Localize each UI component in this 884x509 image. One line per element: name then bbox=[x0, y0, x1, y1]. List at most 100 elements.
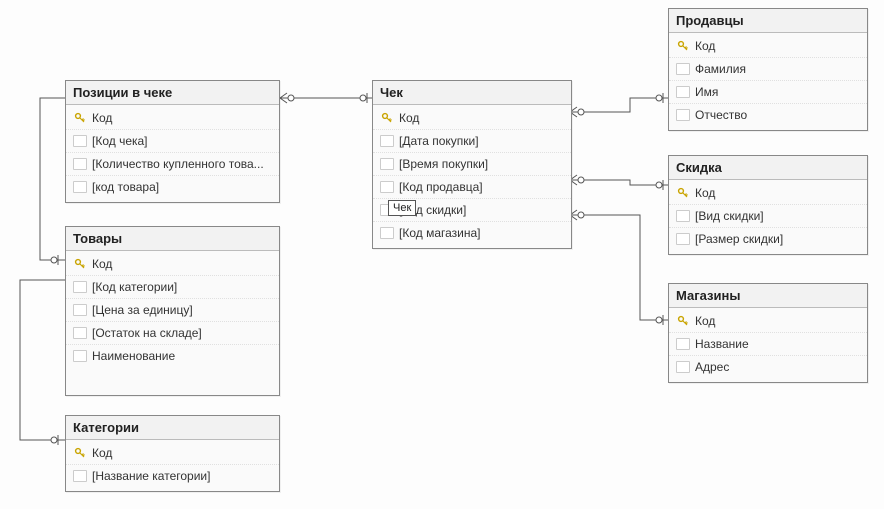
table-row[interactable]: [Остаток на складе] bbox=[66, 321, 279, 344]
field-icon bbox=[72, 349, 88, 363]
tooltip: Чек bbox=[388, 200, 416, 216]
field-label: Код bbox=[92, 444, 273, 462]
key-icon bbox=[72, 257, 88, 271]
table-row[interactable]: Код bbox=[669, 35, 867, 57]
field-icon bbox=[675, 360, 691, 374]
field-label: Имя bbox=[695, 83, 861, 101]
table-title: Товары bbox=[66, 227, 279, 251]
field-label: [Размер скидки] bbox=[695, 230, 861, 248]
field-label: Адрес bbox=[695, 358, 861, 376]
field-label: Код bbox=[695, 37, 861, 55]
table-row[interactable]: [Код категории] bbox=[66, 275, 279, 298]
table-row[interactable]: [Размер скидки] bbox=[669, 227, 867, 250]
field-label: [Количество купленного това... bbox=[92, 155, 273, 173]
table-row[interactable]: [Код магазина] bbox=[373, 221, 571, 244]
field-icon bbox=[72, 469, 88, 483]
field-icon bbox=[379, 226, 395, 240]
key-icon bbox=[379, 111, 395, 125]
field-icon bbox=[675, 62, 691, 76]
table-row[interactable]: Отчество bbox=[669, 103, 867, 126]
table-title: Чек bbox=[373, 81, 571, 105]
table-body: Код [Дата покупки] [Время покупки] [Код … bbox=[373, 105, 571, 248]
field-icon bbox=[72, 157, 88, 171]
field-label: [Код магазина] bbox=[399, 224, 565, 242]
field-icon bbox=[675, 85, 691, 99]
table-title: Скидка bbox=[669, 156, 867, 180]
table-row[interactable]: Фамилия bbox=[669, 57, 867, 80]
table-row[interactable]: Имя bbox=[669, 80, 867, 103]
table-row[interactable]: Код bbox=[66, 442, 279, 464]
table-title: Категории bbox=[66, 416, 279, 440]
table-row[interactable]: [код товара] bbox=[66, 175, 279, 198]
table-row[interactable]: [Дата покупки] bbox=[373, 129, 571, 152]
field-label: [Время покупки] bbox=[399, 155, 565, 173]
field-label: [Код продавца] bbox=[399, 178, 565, 196]
table-row[interactable]: Код bbox=[66, 107, 279, 129]
table-body: Код [Вид скидки] [Размер скидки] bbox=[669, 180, 867, 254]
field-icon bbox=[675, 108, 691, 122]
table-goods[interactable]: Товары Код [Код категории] [Цена за един… bbox=[65, 226, 280, 396]
field-icon bbox=[675, 337, 691, 351]
table-body: Код [Название категории] bbox=[66, 440, 279, 491]
field-icon bbox=[379, 157, 395, 171]
table-row[interactable]: Код bbox=[373, 107, 571, 129]
table-check[interactable]: Чек Код [Дата покупки] [Время покупки] [… bbox=[372, 80, 572, 249]
field-icon bbox=[72, 280, 88, 294]
table-row[interactable]: Код bbox=[669, 310, 867, 332]
field-icon bbox=[72, 134, 88, 148]
key-icon bbox=[72, 111, 88, 125]
field-label: [Код категории] bbox=[92, 278, 273, 296]
table-row[interactable]: Наименование bbox=[66, 344, 279, 367]
table-row[interactable]: [Код продавца] bbox=[373, 175, 571, 198]
key-icon bbox=[675, 314, 691, 328]
table-row[interactable]: Название bbox=[669, 332, 867, 355]
field-label: [Цена за единицу] bbox=[92, 301, 273, 319]
field-label: Название bbox=[695, 335, 861, 353]
table-title: Позиции в чеке bbox=[66, 81, 279, 105]
table-row[interactable]: [Вид скидки] bbox=[669, 204, 867, 227]
field-icon bbox=[379, 180, 395, 194]
field-label: Отчество bbox=[695, 106, 861, 124]
table-discount[interactable]: Скидка Код [Вид скидки] [Размер скидки] bbox=[668, 155, 868, 255]
table-row[interactable]: [Код чека] bbox=[66, 129, 279, 152]
table-row[interactable]: Код bbox=[66, 253, 279, 275]
table-row[interactable]: Адрес bbox=[669, 355, 867, 378]
table-stores[interactable]: Магазины Код Название Адрес bbox=[668, 283, 868, 383]
table-categories[interactable]: Категории Код [Название категории] bbox=[65, 415, 280, 492]
key-icon bbox=[675, 39, 691, 53]
field-label: Код bbox=[92, 109, 273, 127]
table-row[interactable]: [Цена за единицу] bbox=[66, 298, 279, 321]
field-label: [Код чека] bbox=[92, 132, 273, 150]
field-label: Код bbox=[695, 184, 861, 202]
table-row[interactable]: [Количество купленного това... bbox=[66, 152, 279, 175]
field-icon bbox=[675, 232, 691, 246]
tooltip-text: Чек bbox=[393, 202, 411, 214]
field-icon bbox=[72, 326, 88, 340]
field-label: Код bbox=[92, 255, 273, 273]
field-label: Код bbox=[399, 109, 565, 127]
table-body: Код Название Адрес bbox=[669, 308, 867, 382]
field-icon bbox=[675, 209, 691, 223]
field-label: [Остаток на складе] bbox=[92, 324, 273, 342]
table-sellers[interactable]: Продавцы Код Фамилия Имя Отчество bbox=[668, 8, 868, 131]
table-title: Продавцы bbox=[669, 9, 867, 33]
key-icon bbox=[675, 186, 691, 200]
table-body: Код [Код чека] [Количество купленного то… bbox=[66, 105, 279, 202]
field-icon bbox=[72, 303, 88, 317]
table-title: Магазины bbox=[669, 284, 867, 308]
field-label: Фамилия bbox=[695, 60, 861, 78]
table-row[interactable]: [Время покупки] bbox=[373, 152, 571, 175]
table-row[interactable]: [Название категории] bbox=[66, 464, 279, 487]
table-row[interactable]: Код bbox=[669, 182, 867, 204]
field-label: [Код скидки] bbox=[399, 201, 565, 219]
field-label: [Дата покупки] bbox=[399, 132, 565, 150]
field-icon bbox=[72, 180, 88, 194]
field-label: [код товара] bbox=[92, 178, 273, 196]
field-label: [Название категории] bbox=[92, 467, 273, 485]
field-label: Код bbox=[695, 312, 861, 330]
table-positions[interactable]: Позиции в чеке Код [Код чека] [Количеств… bbox=[65, 80, 280, 203]
field-label: [Вид скидки] bbox=[695, 207, 861, 225]
field-label: Наименование bbox=[92, 347, 273, 365]
table-body: Код Фамилия Имя Отчество bbox=[669, 33, 867, 130]
table-body: Код [Код категории] [Цена за единицу] [О… bbox=[66, 251, 279, 371]
